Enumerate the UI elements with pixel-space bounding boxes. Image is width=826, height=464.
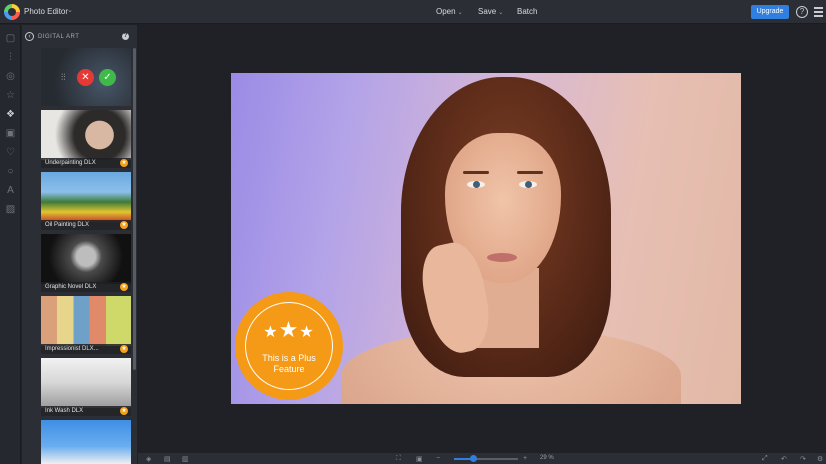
compare-icon[interactable]: ▥ [182,455,189,463]
thumb-label: Graphic Novel DLX [45,284,97,290]
help-icon[interactable]: ? [122,33,129,40]
zoom-level: 29 % [540,455,554,461]
thumb-preview [41,420,131,464]
circle-icon[interactable]: ○ [5,166,16,177]
history-icon[interactable]: ▤ [164,455,171,463]
chevron-down-icon: ⌄ [498,10,504,16]
frame-icon[interactable]: ▣ [5,128,16,139]
top-bar: Photo Editor ⌄ Open ⌄ Save ⌄ Batch Upgrade… [0,0,826,24]
thumb-preview [41,296,131,346]
star-icon[interactable]: ☆ [5,90,16,101]
portrait-brow [463,171,489,174]
fit-icon[interactable]: ⛶ [396,455,401,463]
zoom-out-icon[interactable]: − [436,455,440,462]
app-logo-icon[interactable] [4,4,20,20]
hamburger-menu-icon[interactable] [814,7,823,17]
portrait-eye [467,181,485,188]
effect-thumb-ink-wash[interactable]: Ink Wash DLX ★ [41,358,131,416]
badge-line: Feature [273,364,305,374]
crop-icon[interactable]: ⤢ [762,455,768,463]
upgrade-button[interactable]: Upgrade [751,5,789,19]
back-arrow-icon[interactable]: ‹ [25,32,34,41]
thumb-label: Impressionist DLX... [45,346,99,352]
redo-icon[interactable]: ↷ [800,455,806,463]
badge-ring [245,302,333,390]
portrait-eye [519,181,537,188]
thumb-preview [41,234,131,284]
effect-thumb-oil-painting[interactable]: Oil Painting DLX ★ [41,172,131,230]
plus-star-icon: ★ [120,407,128,415]
badge-text: This is a Plus Feature [238,353,340,375]
thumb-caption: Underpainting DLX ★ [41,158,131,168]
zoom-slider-handle[interactable] [470,455,477,462]
badge-stars-icon: ★★★ [263,317,315,342]
cancel-button[interactable]: ✕ [77,69,94,86]
texture-icon[interactable]: ▨ [5,204,16,215]
bottom-toolbar: ◈ ▤ ▥ ⛶ ▣ − + 29 % ⤢ ↶ ↷ ⚙ [138,453,826,464]
chevron-down-icon[interactable]: ⌄ [67,6,73,14]
thumb-caption: Impressionist DLX... ★ [41,344,131,354]
batch-menu[interactable]: Batch [517,7,537,16]
thumb-caption: Graphic Novel DLX ★ [41,282,131,292]
panel-title: DIGITAL ART [38,34,80,40]
thumb-label: Oil Painting DLX [45,222,90,228]
sliders-icon[interactable]: ⫶ [5,52,16,63]
effects-icon[interactable]: ❖ [5,109,16,120]
thumb-preview [41,358,131,408]
heart-icon[interactable]: ♡ [5,147,16,158]
open-menu[interactable]: Open ⌄ [436,7,463,16]
eye-icon[interactable]: ◎ [5,71,16,82]
portrait-brow [517,171,543,174]
thumb-label: Ink Wash DLX [45,408,84,414]
apply-button[interactable]: ✓ [99,69,116,86]
canvas-area: ★★★ This is a Plus Feature [138,25,826,453]
app-name[interactable]: Photo Editor [24,7,68,16]
tool-rail: ▢ ⫶ ◎ ☆ ❖ ▣ ♡ ○ A ▨ [0,25,21,464]
batch-menu-label: Batch [517,7,538,16]
plus-feature-badge[interactable]: ★★★ This is a Plus Feature [238,295,340,397]
plus-star-icon: ★ [120,159,128,167]
layers-icon[interactable]: ◈ [146,455,151,463]
actual-size-icon[interactable]: ▣ [416,455,423,463]
thumb-caption: Oil Painting DLX ★ [41,220,131,230]
effect-thumb-underpainting[interactable]: Underpainting DLX ★ [41,110,131,168]
effect-thumb-impressionist[interactable]: Impressionist DLX... ★ [41,296,131,354]
photo-editor-app: Photo Editor ⌄ Open ⌄ Save ⌄ Batch Upgrade… [0,0,826,464]
portrait-lips [487,253,517,262]
thumb-preview [41,172,131,222]
zoom-in-icon[interactable]: + [523,455,527,462]
settings-icon[interactable]: ⚙ [817,455,823,463]
plus-star-icon: ★ [120,221,128,229]
effect-thumb-graphic-novel[interactable]: Graphic Novel DLX ★ [41,234,131,292]
plus-star-icon: ★ [120,283,128,291]
adjust-sliders-icon[interactable]: ⫶⫶ [61,72,66,83]
zoom-slider[interactable] [454,455,518,462]
panel-scrollbar[interactable] [133,48,136,370]
badge-line: This is a Plus [262,353,316,363]
chevron-down-icon: ⌄ [457,10,463,16]
active-effect-thumb[interactable]: ⫶⫶ ✕ ✓ [41,48,131,106]
open-menu-label: Open [436,7,456,16]
plus-star-icon: ★ [120,345,128,353]
thumb-caption: Ink Wash DLX ★ [41,406,131,416]
save-menu-label: Save [478,7,497,16]
photo-canvas[interactable]: ★★★ This is a Plus Feature [231,73,741,404]
help-icon[interactable]: ? [796,6,808,18]
text-icon[interactable]: A [5,185,16,196]
effect-thumb-next[interactable] [41,420,131,464]
save-menu[interactable]: Save ⌄ [478,7,503,16]
image-icon[interactable]: ▢ [5,33,16,44]
thumb-preview [41,110,131,160]
thumb-label: Underpainting DLX [45,160,96,166]
undo-icon[interactable]: ↶ [781,455,787,463]
